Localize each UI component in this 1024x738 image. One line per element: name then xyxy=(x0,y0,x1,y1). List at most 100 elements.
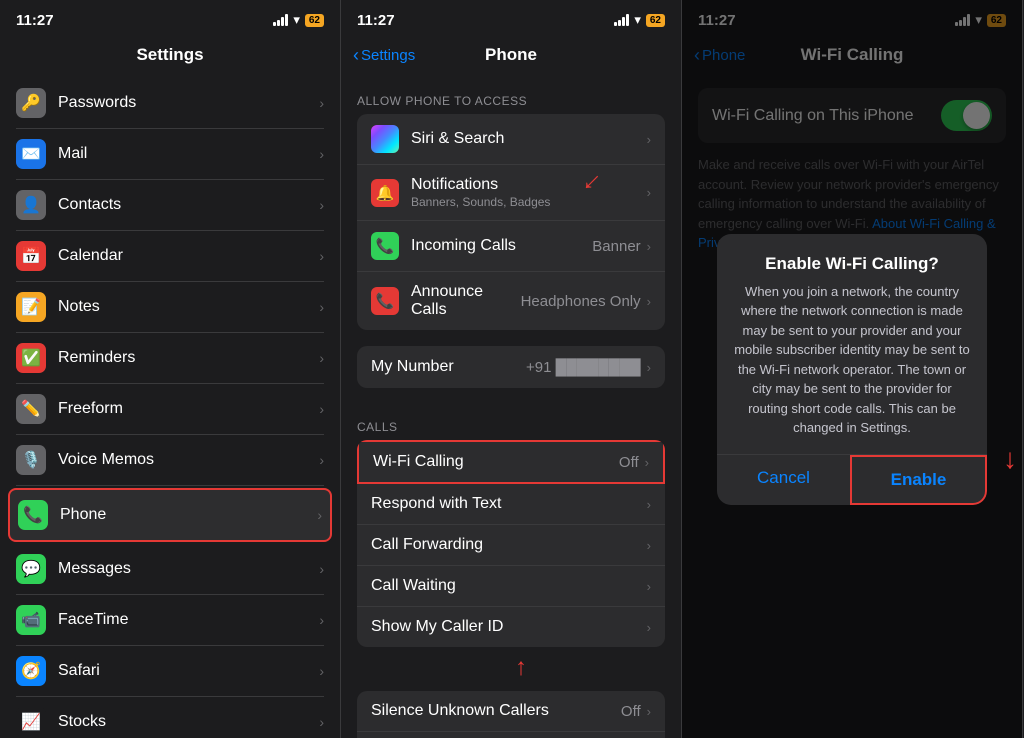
incoming-calls-value: Banner xyxy=(592,238,640,255)
respond-text-chevron: › xyxy=(647,497,651,512)
call-forwarding-chevron: › xyxy=(647,538,651,553)
silence-unknown-item[interactable]: Silence Unknown Callers Off › xyxy=(357,691,665,732)
announce-calls-chevron: › xyxy=(647,294,651,309)
settings-item-label: Notes xyxy=(58,298,319,316)
incoming-calls-label: Incoming Calls xyxy=(411,237,592,255)
enable-button[interactable]: Enable xyxy=(850,455,987,505)
settings-item-messages[interactable]: 💬 Messages › xyxy=(16,544,324,595)
settings-item-icon: 📝 xyxy=(16,292,46,322)
settings-item-freeform[interactable]: ✏️ Freeform › xyxy=(16,384,324,435)
respond-text-label: Respond with Text xyxy=(371,495,647,513)
dialog-overlay: ↓ Enable Wi-Fi Calling? When you join a … xyxy=(682,0,1022,738)
my-number-item[interactable]: My Number +91 ████████ › xyxy=(357,346,665,388)
my-number-label: My Number xyxy=(371,358,526,376)
blocked-contacts-item[interactable]: Blocked Contacts › xyxy=(357,732,665,738)
dialog-buttons: Cancel Enable xyxy=(717,454,987,505)
settings-item-contacts[interactable]: 👤 Contacts › xyxy=(16,180,324,231)
settings-item-chevron: › xyxy=(319,663,324,679)
back-to-settings[interactable]: ‹ Settings xyxy=(353,46,415,64)
show-caller-id-item[interactable]: Show My Caller ID › xyxy=(357,607,665,647)
siri-label: Siri & Search xyxy=(411,130,647,148)
settings-item-voice-memos[interactable]: 🎙️ Voice Memos › xyxy=(16,435,324,486)
notifications-icon: 🔔 xyxy=(371,179,399,207)
settings-nav: Settings xyxy=(0,36,340,78)
settings-item-safari[interactable]: 🧭 Safari › xyxy=(16,646,324,697)
announce-calls-label: Announce Calls xyxy=(411,283,521,319)
time-2: 11:27 xyxy=(357,12,395,29)
settings-item-notes[interactable]: 📝 Notes › xyxy=(16,282,324,333)
settings-item-facetime[interactable]: 📹 FaceTime › xyxy=(16,595,324,646)
settings-item-label: Reminders xyxy=(58,349,319,367)
phone-scroll[interactable]: ALLOW PHONE TO ACCESS Siri & Search › 🔔 … xyxy=(341,78,681,738)
wifi-icon: ▾ xyxy=(293,12,300,28)
notifications-label: Notifications xyxy=(411,176,647,194)
settings-list: 🔑 Passwords › ✉️ Mail › 👤 Contacts › 📅 C… xyxy=(0,78,340,738)
red-arrow-dialog: ↓ xyxy=(1003,443,1017,475)
respond-text-item[interactable]: Respond with Text › xyxy=(357,484,665,525)
wifi-calling-panel: 11:27 ▾ 62 ‹ Phone Wi-Fi Calling Wi-Fi C… xyxy=(682,0,1023,738)
call-waiting-chevron: › xyxy=(647,579,651,594)
settings-item-mail[interactable]: ✉️ Mail › xyxy=(16,129,324,180)
wifi-calling-label: Wi-Fi Calling xyxy=(373,453,619,471)
announce-calls-value: Headphones Only xyxy=(521,293,641,310)
siri-icon xyxy=(371,125,399,153)
settings-item-chevron: › xyxy=(319,452,324,468)
settings-item-label: Passwords xyxy=(58,94,319,112)
notifications-item[interactable]: 🔔 Notifications Banners, Sounds, Badges … xyxy=(357,165,665,221)
settings-item-chevron: › xyxy=(319,95,324,111)
settings-item-chevron: › xyxy=(319,197,324,213)
settings-item-calendar[interactable]: 📅 Calendar › xyxy=(16,231,324,282)
settings-item-stocks[interactable]: 📈 Stocks › xyxy=(16,697,324,738)
arrow-container: ↓ xyxy=(341,655,681,683)
dialog-title: Enable Wi-Fi Calling? xyxy=(733,254,971,274)
settings-item-label: Calendar xyxy=(58,247,319,265)
wifi-calling-chevron: › xyxy=(645,455,649,470)
settings-item-phone[interactable]: 📞 Phone › xyxy=(8,488,332,542)
phone-panel: 11:27 ▾ 62 ‹ Settings Phone ALLOW PHONE … xyxy=(341,0,682,738)
battery-badge-2: 62 xyxy=(646,14,665,27)
my-number-group: My Number +91 ████████ › xyxy=(357,346,665,388)
wifi-icon-2: ▾ xyxy=(634,12,641,28)
phone-title: Phone xyxy=(485,45,537,65)
settings-item-label: Contacts xyxy=(58,196,319,214)
silence-unknown-value: Off xyxy=(621,703,641,720)
silence-unknown-chevron: › xyxy=(647,704,651,719)
settings-item-icon: 💬 xyxy=(16,554,46,584)
dialog-content: Enable Wi-Fi Calling? When you join a ne… xyxy=(717,234,987,454)
settings-item-icon: ✏️ xyxy=(16,394,46,424)
settings-item-icon: 📞 xyxy=(18,500,48,530)
dialog-container: ↓ Enable Wi-Fi Calling? When you join a … xyxy=(717,234,987,505)
cancel-button[interactable]: Cancel xyxy=(717,455,850,505)
settings-item-chevron: › xyxy=(319,299,324,315)
battery-badge: 62 xyxy=(305,14,324,27)
wifi-calling-value: Off xyxy=(619,454,639,471)
settings-item-reminders[interactable]: ✅ Reminders › xyxy=(16,333,324,384)
settings-item-chevron: › xyxy=(319,248,324,264)
settings-item-icon: 🎙️ xyxy=(16,445,46,475)
settings-item-passwords[interactable]: 🔑 Passwords › xyxy=(16,78,324,129)
status-icons-1: ▾ 62 xyxy=(273,12,324,28)
wifi-calling-item[interactable]: Wi-Fi Calling Off › xyxy=(357,440,665,484)
incoming-calls-chevron: › xyxy=(647,239,651,254)
settings-item-icon: ✉️ xyxy=(16,139,46,169)
signal-icon-2 xyxy=(614,14,629,26)
incoming-calls-item[interactable]: 📞 Incoming Calls Banner › xyxy=(357,221,665,272)
call-forwarding-item[interactable]: Call Forwarding › xyxy=(357,525,665,566)
settings-item-chevron: › xyxy=(319,350,324,366)
bottom-list-group: Silence Unknown Callers Off › Blocked Co… xyxy=(357,691,665,738)
settings-item-icon: 📈 xyxy=(16,707,46,737)
settings-scroll[interactable]: 🔑 Passwords › ✉️ Mail › 👤 Contacts › 📅 C… xyxy=(0,78,340,738)
allow-list-group: Siri & Search › 🔔 Notifications Banners,… xyxy=(357,114,665,330)
signal-icon xyxy=(273,14,288,26)
settings-title: Settings xyxy=(136,45,203,65)
settings-item-chevron: › xyxy=(319,714,324,730)
announce-calls-item[interactable]: 📞 Announce Calls Headphones Only › xyxy=(357,272,665,330)
settings-item-label: Safari xyxy=(58,662,319,680)
call-waiting-item[interactable]: Call Waiting › xyxy=(357,566,665,607)
status-icons-2: ▾ 62 xyxy=(614,12,665,28)
siri-search-item[interactable]: Siri & Search › xyxy=(357,114,665,165)
settings-item-chevron: › xyxy=(319,561,324,577)
silence-unknown-label: Silence Unknown Callers xyxy=(371,702,621,720)
settings-item-icon: 🧭 xyxy=(16,656,46,686)
settings-item-icon: 🔑 xyxy=(16,88,46,118)
